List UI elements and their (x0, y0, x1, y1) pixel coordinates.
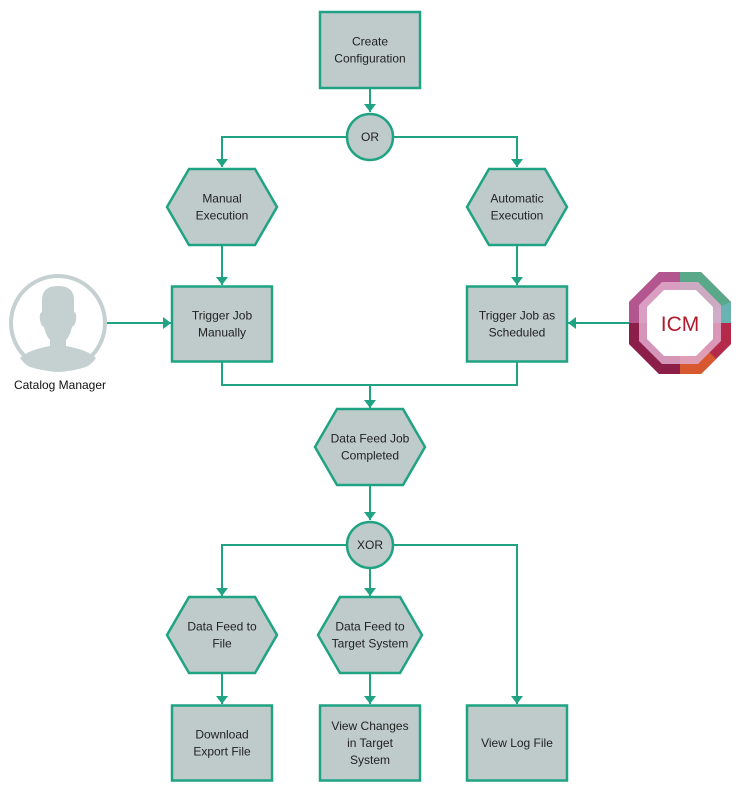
process-box (318, 10, 422, 90)
arrowhead-icon (568, 317, 576, 329)
arrowhead-icon (216, 696, 228, 704)
node-label: Manually (198, 326, 246, 340)
process-box (465, 285, 569, 363)
icm-logo-text: ICM (661, 313, 700, 336)
process-box (170, 704, 274, 782)
arrowhead-icon (364, 104, 376, 112)
node-xor-gate: XOR (345, 520, 395, 570)
node-feed-to-file: Data Feed to File (165, 595, 279, 675)
node-view-changes: View Changes in Target System (318, 704, 422, 782)
node-label: View Log File (481, 736, 553, 750)
arrowhead-icon (511, 277, 523, 285)
node-label: Manual (202, 192, 241, 206)
edge-icm-to-trigger (568, 317, 629, 329)
node-label: OR (361, 130, 379, 144)
edge-xor-to-file (216, 544, 347, 596)
node-trigger-manually: Trigger Job Manually (170, 285, 274, 363)
catalog-manager-label: Catalog Manager (14, 378, 106, 392)
node-label: in Target (347, 736, 393, 750)
node-label: Data Feed Job (331, 432, 410, 446)
arrowhead-icon (163, 317, 171, 329)
node-label: Automatic (490, 192, 543, 206)
node-label: Scheduled (489, 326, 546, 340)
arrowhead-icon (216, 588, 228, 596)
node-view-log: View Log File (465, 704, 569, 782)
arrowhead-icon (364, 696, 376, 704)
icm-logo-icon: ICM (629, 272, 731, 374)
node-label: System (350, 753, 390, 767)
edge-target-to-changes (364, 673, 376, 704)
event-hexagon (165, 167, 279, 247)
edge-manual-to-trigger (216, 245, 228, 285)
event-hexagon (165, 595, 279, 675)
arrowhead-icon (216, 159, 228, 167)
connector-line (221, 544, 347, 596)
edge-trigger-manual-merge (221, 362, 370, 386)
connector-line (221, 136, 347, 167)
node-create-config: Create Configuration (318, 10, 422, 90)
process-flow-diagram: CreateConfigurationORManualExecutionAuto… (9, 10, 731, 782)
node-trigger-scheduled: Trigger Job as Scheduled (465, 285, 569, 363)
node-label: XOR (357, 538, 383, 552)
node-label: Download (195, 728, 248, 742)
process-box (170, 285, 274, 363)
nodes: CreateConfigurationORManualExecutionAuto… (165, 10, 569, 782)
edge-catalog-manager-to-trigger (107, 317, 171, 329)
icm-actor: ICM (629, 272, 731, 374)
arrowhead-icon (511, 159, 523, 167)
edge-or-to-manual (216, 136, 347, 167)
node-label: Trigger Job (192, 309, 253, 323)
node-label: Trigger Job as (479, 309, 555, 323)
arrowhead-icon (511, 696, 523, 704)
event-hexagon (316, 595, 424, 675)
node-label: Data Feed to (335, 620, 405, 634)
node-manual-execution: Manual Execution (165, 167, 279, 247)
arrowhead-icon (216, 277, 228, 285)
node-job-completed: Data Feed Job Completed (313, 407, 427, 487)
node-label: Execution (196, 209, 249, 223)
edge-or-to-automatic (393, 136, 523, 167)
arrowhead-icon (364, 400, 376, 408)
edge-file-to-download (216, 673, 228, 704)
edge-trigger-scheduled-merge (364, 362, 518, 408)
arrowhead-icon (364, 588, 376, 596)
node-label: Data Feed to (187, 620, 257, 634)
node-label: File (212, 637, 232, 651)
node-label: View Changes (331, 719, 408, 733)
edge-automatic-to-trigger (511, 245, 523, 285)
node-label: Execution (491, 209, 544, 223)
node-label: Target System (332, 637, 409, 651)
node-feed-to-target: Data Feed to Target System (316, 595, 424, 675)
edge-completed-to-xor (364, 485, 376, 520)
connector-line (221, 362, 370, 386)
connector-line (393, 136, 518, 167)
event-hexagon (313, 407, 427, 487)
node-or-gate: OR (345, 112, 395, 162)
connector-line (369, 362, 518, 408)
catalog-manager-actor: Catalog Manager (9, 274, 107, 392)
node-label: Configuration (334, 52, 405, 66)
node-label: Export File (193, 745, 251, 759)
event-hexagon (465, 167, 569, 247)
node-label: Completed (341, 449, 399, 463)
edge-xor-to-target (364, 568, 376, 596)
node-download-export: Download Export File (170, 704, 274, 782)
node-automatic-execution: Automatic Execution (465, 167, 569, 247)
arrowhead-icon (364, 512, 376, 520)
edge-create-to-or (364, 88, 376, 112)
node-label: Create (352, 35, 388, 49)
